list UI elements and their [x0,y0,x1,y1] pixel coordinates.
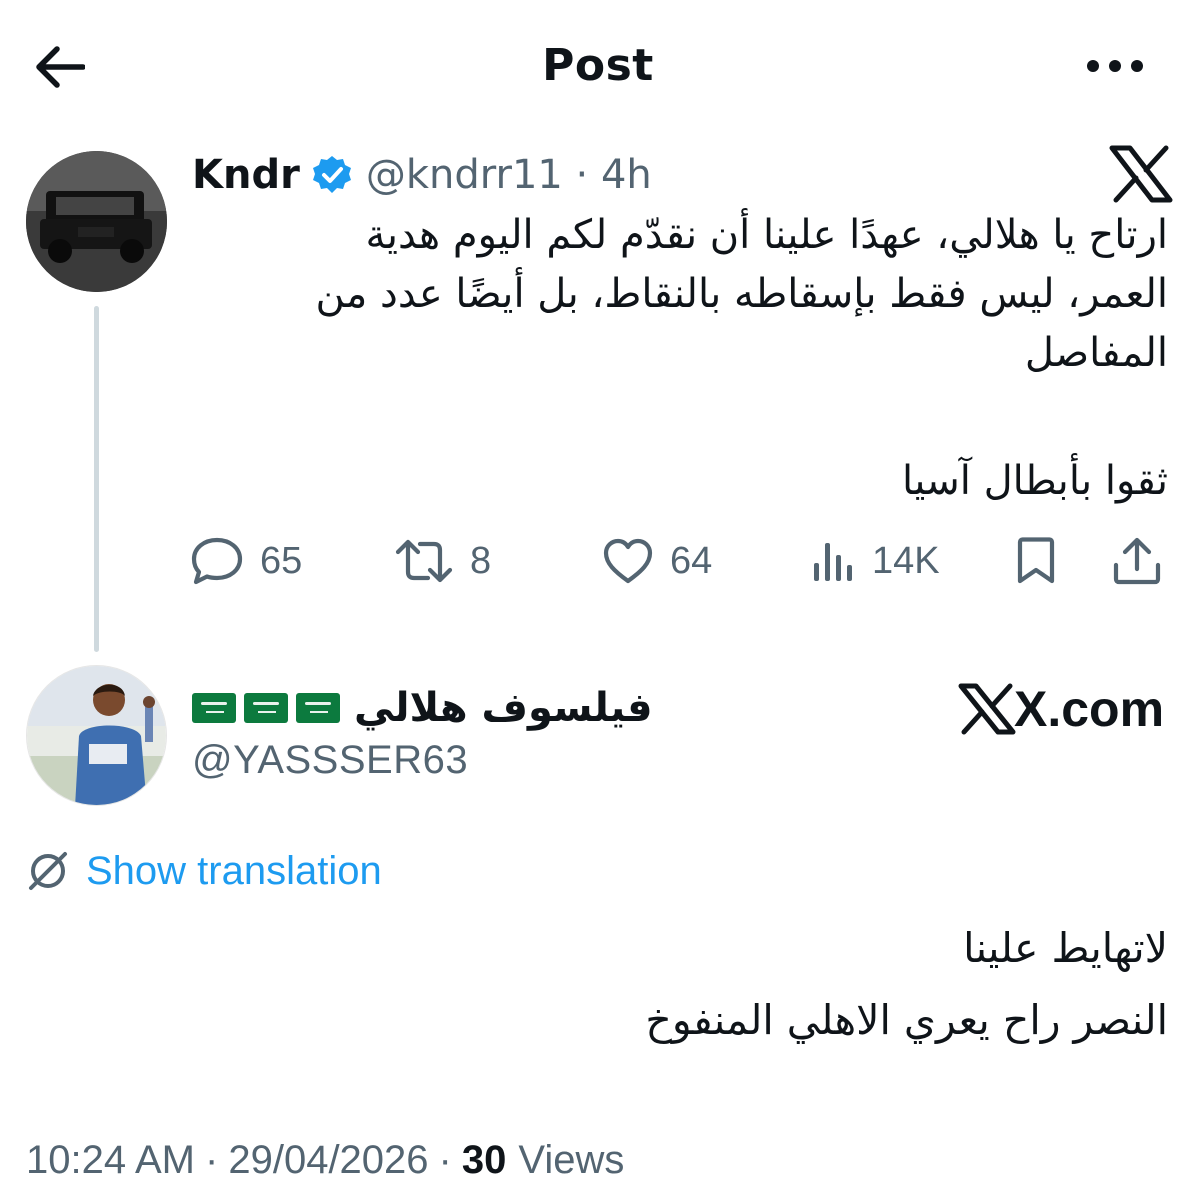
more-horizontal-icon [1087,60,1143,72]
reply-count: 65 [260,539,303,582]
bookmark-icon [1017,537,1055,584]
quoted-tweet-author-row[interactable]: Kndr @kndrr11 · 4h [192,145,652,205]
avatar[interactable] [26,151,167,292]
translate-globe-icon [29,852,67,890]
tweet-text-line: ارتاح يا هلالي، عهدًا علينا أن نقدّم لكم… [365,212,1168,258]
avatar[interactable] [26,665,167,806]
analytics-bars-icon [814,543,852,581]
reply-bubble-icon [191,537,243,585]
reply-text-line: النصر راح يعري الاهلي المنفوخ [645,996,1168,1044]
post-date: 29/04/2026 [228,1137,429,1182]
quoted-tweet-tagline: ثقوا بأبطال آسيا [902,458,1168,504]
show-translation-button[interactable]: Show translation [26,842,382,900]
bookmark-button[interactable] [1014,530,1058,592]
post-meta: 10:24 AM · 29/04/2026 · 30 Views [26,1130,624,1190]
separator-dot: · [438,1137,452,1182]
saudi-flag-icon [244,693,288,723]
reply-text: لاتهايط علينا النصر راح يعري الاهلي المن… [400,912,1168,1056]
tweet-text-line: العمر، ليس فقط بإسقاطه بالنقاط، بل أيضًا… [315,271,1168,317]
repost-button[interactable]: 8 [394,530,491,592]
quoted-tweet-text: ارتاح يا هلالي، عهدًا علينا أن نقدّم لكم… [200,206,1168,383]
like-count: 64 [670,539,713,582]
author-handle-and-time: @kndrr11 · 4h [365,152,652,198]
post-views-label: Views [518,1137,625,1182]
reply-button[interactable]: 65 [190,530,302,592]
xcom-watermark: X.com [958,676,1164,742]
share-button[interactable] [1110,530,1164,592]
saudi-flag-icon [296,693,340,723]
page-title: Post [542,40,654,91]
verified-badge-icon [312,156,351,193]
tweet-text-line: المفاصل [1024,330,1168,376]
author-name[interactable]: Kndr [192,152,300,198]
separator-dot: · [205,1137,219,1182]
repost-count: 8 [470,539,492,582]
reply-author-name[interactable]: فيلسوف هلالي [354,685,653,731]
reply-author-name-row[interactable]: فيلسوف هلالي [192,676,653,740]
repost-icon [395,539,453,583]
site-label: X.com [1014,681,1165,737]
views-count: 14K [872,539,940,582]
thread-connector-line [94,306,99,652]
heart-icon [603,538,653,584]
views-button[interactable]: 14K [810,530,940,592]
share-upload-icon [1113,537,1161,585]
x-logo-icon [958,683,1016,735]
person-photo-avatar-image [27,666,166,805]
like-button[interactable]: 64 [602,530,712,592]
x-logo-icon [1108,144,1174,204]
post-time: 10:24 AM [26,1137,196,1182]
reply-text-line: لاتهايط علينا [963,924,1168,972]
saudi-flag-icon [192,693,236,723]
post-views-count[interactable]: 30 [462,1138,507,1183]
reply-author-handle[interactable]: @YASSSER63 [192,738,468,783]
show-translation-label: Show translation [86,848,382,893]
car-photo-avatar-image [26,151,167,292]
more-options-button[interactable] [1080,40,1150,92]
